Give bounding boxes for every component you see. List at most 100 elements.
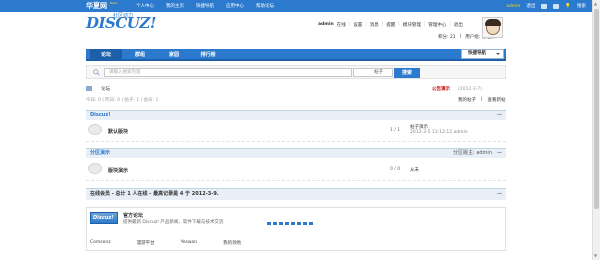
user-credits[interactable]: 积分: 21: [438, 34, 456, 40]
loading-indicator: [267, 222, 313, 225]
forum-icon: [88, 124, 102, 135]
progress-segment: [291, 222, 295, 225]
collapse-icon[interactable]: —: [497, 149, 502, 158]
beta-badge: Beta: [110, 1, 117, 5]
search-bar: 请输入搜索内容 帖子 搜索: [86, 65, 506, 79]
link-title[interactable]: 官方论坛: [123, 212, 143, 219]
last-post-title: 从未: [410, 168, 419, 173]
scroll-up-icon[interactable]: ▲: [594, 1, 597, 6]
last-post-meta: 2012-3-5 13:12:12 admin: [410, 130, 468, 135]
top-nav-item[interactable]: 个人中心: [136, 3, 154, 9]
discuz-logo-text: Discuz!: [93, 215, 114, 221]
search-input[interactable]: 请输入搜索内容: [104, 68, 352, 77]
avatar-hair: [485, 19, 501, 26]
new-posts-link[interactable]: 查看新帖: [488, 97, 506, 103]
online-bar: 在线会员 - 总计 1 人在线 - 最高记录是 4 于 2012-3-9. —: [86, 188, 506, 200]
top-right: admin 退出 💡 搜索: [506, 1, 592, 11]
username[interactable]: admin: [318, 22, 334, 28]
online-status: 在线: [336, 23, 346, 28]
divider: |: [348, 22, 351, 27]
top-nav: 个人中心 我的主页 快捷导航 应用中心 帮助论坛: [136, 3, 274, 9]
divider: |: [423, 22, 426, 27]
site-brand[interactable]: 华夏网: [86, 1, 107, 11]
message-icon[interactable]: [541, 3, 548, 9]
tab-ranking[interactable]: 排行榜: [192, 49, 224, 61]
breadcrumb-item[interactable]: 论坛: [101, 86, 110, 92]
top-nav-item[interactable]: 我的主页: [166, 3, 184, 9]
search-icon: [93, 69, 100, 76]
category-title[interactable]: 分区演示: [90, 150, 110, 156]
link-description: 提供最新 Discuz! 产品新闻、软件下载与技术交流: [123, 220, 224, 225]
friend-link[interactable]: 我的领地: [223, 240, 241, 246]
my-posts-link[interactable]: 我的帖子: [458, 97, 476, 103]
progress-segment: [273, 222, 277, 225]
quick-nav-button[interactable]: 快捷导航: [461, 49, 504, 59]
category-title[interactable]: Discuz!: [90, 112, 111, 118]
online-text[interactable]: 在线会员 - 总计 1 人在线 - 最高记录是 4 于 2012-3-9.: [90, 191, 219, 197]
progress-segment: [285, 222, 289, 225]
top-bar: 华夏网 Beta 个人中心 我的主页 快捷导航 应用中心 帮助论坛 admin …: [0, 0, 592, 12]
tab-group[interactable]: 群组: [124, 49, 156, 61]
notice-icon[interactable]: [553, 3, 560, 9]
forum-name[interactable]: 默认版块: [108, 128, 128, 135]
top-search-link[interactable]: 搜索: [577, 3, 586, 9]
tab-home[interactable]: 家园: [158, 49, 190, 61]
forum-stats: 今日: 0 | 昨日: 0 | 帖子: 1 | 会员: 1 我的帖子 | 查看新…: [86, 97, 506, 103]
category-moderator[interactable]: 分区版主: admin: [453, 149, 492, 158]
search-type-select[interactable]: 帖子: [353, 68, 393, 77]
divider: |: [365, 22, 367, 27]
progress-segment: [297, 222, 301, 225]
progress-segment: [309, 222, 313, 225]
friend-link[interactable]: 漫游平台: [137, 240, 155, 246]
progress-segment: [267, 222, 271, 225]
divider: |: [481, 97, 483, 102]
user-link[interactable]: 设置: [353, 22, 362, 28]
stats-links: 我的帖子 | 查看新帖: [458, 97, 506, 103]
avatar[interactable]: [482, 17, 503, 38]
user-link[interactable]: 管理中心: [428, 22, 446, 28]
user-bar: admin 在线 | 设置 | 消息 | 提醒 | 模块管理 | 管理中心 | …: [318, 22, 463, 28]
main-nav: 论坛 群组 家园 排行榜: [86, 49, 506, 61]
friend-link[interactable]: Yeswan: [181, 240, 198, 246]
divider: |: [459, 34, 462, 39]
top-logout[interactable]: 退出: [526, 3, 535, 9]
top-nav-item[interactable]: 快捷导航: [196, 3, 214, 9]
stats-text: 今日: 0 | 昨日: 0 | 帖子: 1 | 会员: 1: [86, 98, 159, 103]
friend-link[interactable]: Comsenz: [90, 240, 111, 246]
collapse-icon[interactable]: —: [497, 111, 502, 120]
top-nav-item[interactable]: 帮助论坛: [256, 3, 274, 9]
progress-segment: [303, 222, 307, 225]
forum-counts: 1 / 1: [390, 128, 401, 133]
home-icon[interactable]: [86, 86, 92, 91]
user-link[interactable]: 消息: [370, 22, 379, 28]
top-nav-item[interactable]: 应用中心: [226, 3, 244, 9]
bulb-icon[interactable]: 💡: [565, 4, 571, 9]
forum-icon: [88, 163, 102, 174]
site-logo[interactable]: DISCUZ! 社区动力: [86, 13, 156, 32]
top-user[interactable]: admin: [506, 4, 520, 9]
announcement-title[interactable]: 公告演示: [432, 87, 450, 92]
logo-subtitle: 社区动力: [113, 13, 134, 19]
divider: |: [398, 22, 400, 27]
forum-row: 默认版块 1 / 1 帖子演示 2012-3-5 13:12:12 admin: [86, 120, 506, 142]
collapse-icon[interactable]: —: [497, 189, 502, 200]
page-scrollbar[interactable]: ▲ ▼: [592, 0, 600, 260]
tab-forum[interactable]: 论坛: [90, 49, 122, 61]
user-link[interactable]: 模块管理: [403, 22, 421, 28]
user-link[interactable]: 退出: [454, 22, 463, 28]
user-link[interactable]: 提醒: [386, 22, 395, 28]
announcement[interactable]: 公告演示 (2012-3-7): [432, 86, 482, 92]
forum-name[interactable]: 版块演示: [108, 167, 128, 174]
progress-segment: [279, 222, 283, 225]
scrollbar-thumb[interactable]: [594, 9, 599, 209]
divider: |: [381, 22, 384, 27]
divider: |: [449, 22, 451, 27]
forum-counts: 0 / 0: [390, 167, 401, 172]
friend-links: Discuz! 官方论坛 提供最新 Discuz! 产品新闻、软件下载与技术交流…: [86, 207, 506, 251]
discuz-logo[interactable]: Discuz!: [90, 212, 118, 224]
scroll-down-icon[interactable]: ▼: [594, 253, 597, 258]
forum-row: 版块演示 0 / 0 从未: [86, 159, 506, 181]
announcement-date: (2012-3-7): [458, 87, 482, 92]
category-header: Discuz! —: [86, 110, 506, 120]
search-button[interactable]: 搜索: [394, 68, 420, 78]
